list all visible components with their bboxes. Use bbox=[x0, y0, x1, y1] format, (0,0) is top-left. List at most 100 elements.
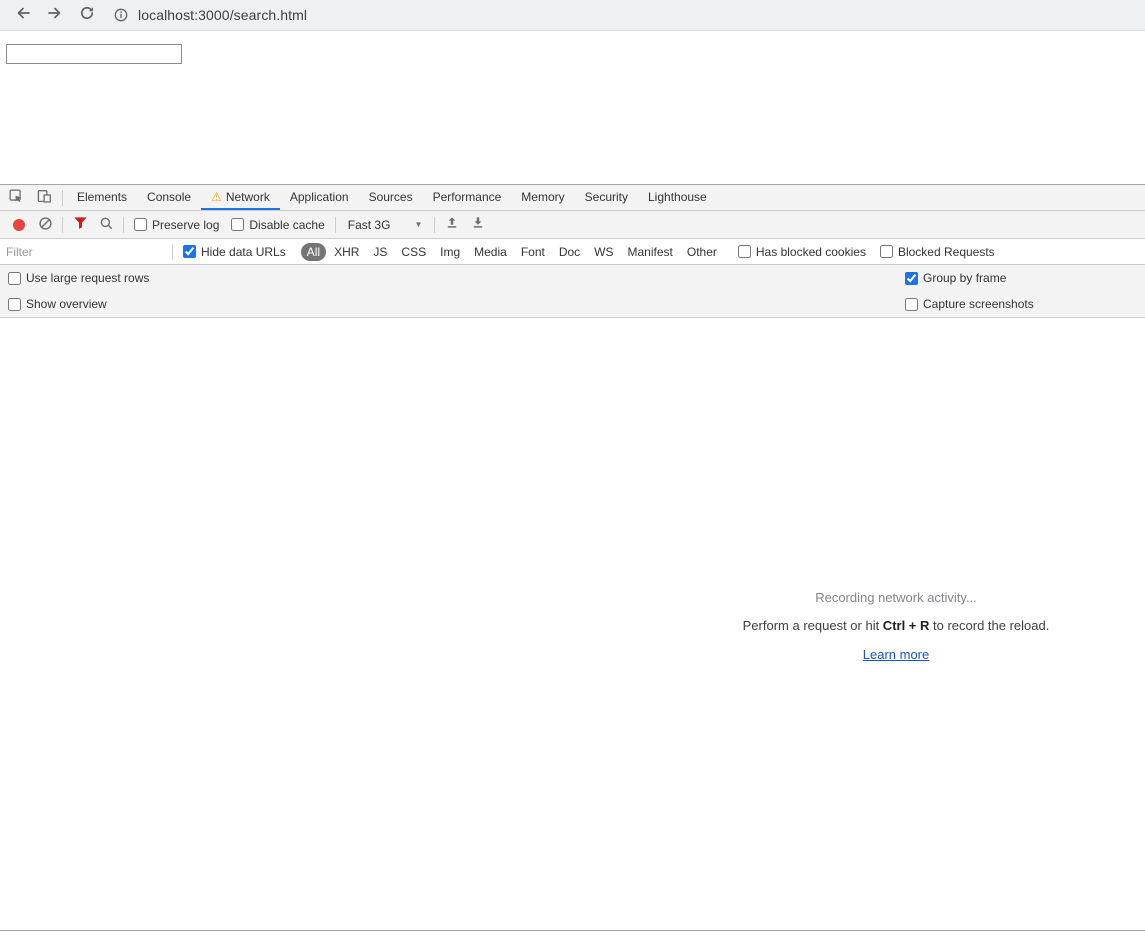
type-filter-xhr[interactable]: XHR bbox=[328, 243, 365, 261]
inspect-element-button[interactable] bbox=[2, 185, 30, 210]
options-row: Use large request rows Group by frame bbox=[0, 265, 1145, 291]
upload-icon bbox=[445, 216, 459, 233]
empty-state-hint: Perform a request or hit Ctrl + R to rec… bbox=[743, 618, 1050, 633]
disable-cache-checkbox[interactable]: Disable cache bbox=[231, 218, 325, 232]
has-blocked-cookies-checkbox[interactable]: Has blocked cookies bbox=[737, 245, 866, 259]
divider bbox=[62, 216, 63, 233]
checkbox-label: Capture screenshots bbox=[923, 297, 1034, 311]
checkbox-input[interactable] bbox=[183, 245, 196, 258]
network-options: Use large request rows Group by frame Sh… bbox=[0, 265, 1145, 318]
divider bbox=[434, 216, 436, 233]
clear-icon bbox=[38, 216, 53, 234]
checkbox-label: Preserve log bbox=[152, 217, 220, 232]
checkbox-label: Show overview bbox=[26, 297, 107, 311]
divider bbox=[334, 216, 336, 233]
type-filter-all[interactable]: All bbox=[300, 242, 327, 261]
blocked-requests-checkbox[interactable]: Blocked Requests bbox=[879, 245, 995, 259]
import-har-button[interactable] bbox=[439, 213, 465, 237]
tab-label: Performance bbox=[432, 189, 502, 204]
tab-security[interactable]: Security bbox=[575, 185, 638, 210]
type-filter-ws[interactable]: WS bbox=[588, 243, 619, 261]
checkbox-input[interactable] bbox=[231, 218, 245, 231]
group-by-frame-checkbox[interactable]: Group by frame bbox=[905, 271, 1145, 285]
page-content bbox=[0, 31, 1145, 184]
tab-network[interactable]: ⚠ Network bbox=[201, 185, 280, 210]
checkbox-input[interactable] bbox=[879, 245, 893, 258]
network-filter-bar: Hide data URLs All XHR JS CSS Img Media … bbox=[0, 239, 1145, 265]
address-bar[interactable]: localhost:3000/search.html bbox=[110, 2, 1135, 28]
learn-more-link[interactable]: Learn more bbox=[863, 647, 929, 662]
back-arrow-icon bbox=[15, 5, 31, 26]
page-info-icon[interactable] bbox=[110, 4, 132, 26]
devtools-panel: Elements Console ⚠ Network Application S… bbox=[0, 184, 1145, 931]
filter-input[interactable] bbox=[6, 244, 168, 259]
download-icon bbox=[471, 216, 485, 233]
tab-console[interactable]: Console bbox=[137, 185, 201, 210]
divider bbox=[62, 189, 63, 206]
type-filter-css[interactable]: CSS bbox=[395, 243, 432, 261]
preserve-log-checkbox[interactable]: Preserve log bbox=[134, 218, 219, 232]
checkbox-input[interactable] bbox=[8, 271, 21, 285]
tab-lighthouse[interactable]: Lighthouse bbox=[638, 185, 717, 210]
forward-button[interactable] bbox=[42, 2, 68, 28]
tab-performance[interactable]: Performance bbox=[423, 185, 512, 210]
forward-arrow-icon bbox=[47, 5, 63, 26]
use-large-request-rows-checkbox[interactable]: Use large request rows bbox=[8, 271, 905, 285]
checkbox-label: Hide data URLs bbox=[201, 244, 286, 259]
tab-label: Elements bbox=[77, 189, 128, 204]
type-filter-media[interactable]: Media bbox=[468, 243, 513, 261]
tab-application[interactable]: Application bbox=[280, 185, 359, 210]
clear-button[interactable] bbox=[32, 213, 58, 237]
show-overview-checkbox[interactable]: Show overview bbox=[8, 297, 905, 311]
back-button[interactable] bbox=[10, 2, 36, 28]
checkbox-input[interactable] bbox=[8, 297, 21, 311]
throttling-value: Fast 3G bbox=[347, 217, 391, 232]
tab-memory[interactable]: Memory bbox=[511, 185, 574, 210]
tab-label: Sources bbox=[368, 189, 413, 204]
export-har-button[interactable] bbox=[465, 213, 491, 237]
type-filter-other[interactable]: Other bbox=[681, 243, 723, 261]
network-request-list: Recording network activity... Perform a … bbox=[0, 318, 1145, 931]
search-input[interactable] bbox=[6, 44, 182, 64]
type-filter-doc[interactable]: Doc bbox=[553, 243, 586, 261]
record-icon bbox=[13, 218, 25, 231]
checkbox-input[interactable] bbox=[737, 245, 751, 258]
hint-suffix: to record the reload. bbox=[929, 618, 1050, 633]
search-button[interactable] bbox=[93, 213, 119, 237]
reload-button[interactable] bbox=[74, 2, 100, 28]
search-icon bbox=[99, 216, 114, 234]
chevron-down-icon: ▼ bbox=[414, 220, 423, 229]
devtools-tab-bar: Elements Console ⚠ Network Application S… bbox=[0, 185, 1145, 211]
checkbox-input[interactable] bbox=[134, 218, 147, 231]
divider bbox=[172, 243, 173, 260]
checkbox-input[interactable] bbox=[905, 271, 918, 285]
type-filter-manifest[interactable]: Manifest bbox=[622, 243, 679, 261]
checkbox-label: Group by frame bbox=[923, 271, 1007, 285]
divider bbox=[123, 216, 124, 233]
hide-data-urls-checkbox[interactable]: Hide data URLs bbox=[183, 245, 286, 259]
throttling-select[interactable]: Fast 3G ▼ bbox=[340, 218, 431, 232]
hint-prefix: Perform a request or hit bbox=[742, 618, 883, 633]
hint-shortcut: Ctrl + R bbox=[882, 618, 930, 633]
tab-label: Console bbox=[147, 189, 192, 204]
tab-label: Lighthouse bbox=[648, 189, 707, 204]
capture-screenshots-checkbox[interactable]: Capture screenshots bbox=[905, 297, 1145, 311]
warning-icon: ⚠ bbox=[211, 189, 222, 204]
type-filter-js[interactable]: JS bbox=[367, 243, 393, 261]
empty-state-title: Recording network activity... bbox=[815, 590, 977, 605]
checkbox-input[interactable] bbox=[905, 297, 918, 311]
tab-elements[interactable]: Elements bbox=[67, 185, 137, 210]
funnel-icon bbox=[73, 216, 88, 233]
network-toolbar: Preserve log Disable cache Fast 3G ▼ bbox=[0, 211, 1145, 239]
toggle-device-toolbar-button[interactable] bbox=[30, 185, 58, 210]
request-type-filters: All XHR JS CSS Img Media Font Doc WS Man… bbox=[300, 242, 724, 261]
tab-label: Memory bbox=[521, 189, 565, 204]
inspect-cursor-icon bbox=[8, 188, 24, 207]
filter-toggle-button[interactable] bbox=[67, 213, 93, 237]
record-button[interactable] bbox=[6, 213, 32, 237]
options-row: Show overview Capture screenshots bbox=[0, 291, 1145, 317]
type-filter-font[interactable]: Font bbox=[515, 243, 551, 261]
tab-label: Security bbox=[584, 189, 628, 204]
type-filter-img[interactable]: Img bbox=[434, 243, 466, 261]
tab-sources[interactable]: Sources bbox=[359, 185, 423, 210]
